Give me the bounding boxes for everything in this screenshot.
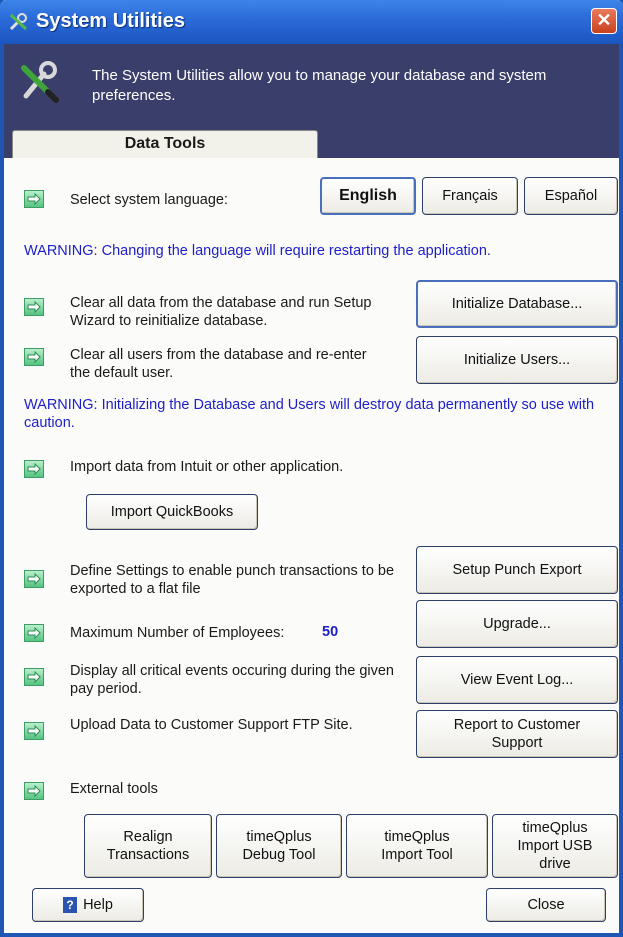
import-description: Import data from Intuit or other applica… bbox=[70, 459, 344, 475]
arrow-right-icon bbox=[24, 460, 44, 478]
english-button[interactable]: English bbox=[320, 177, 416, 215]
tools-icon bbox=[21, 61, 59, 103]
system-utilities-window: System Utilities ✕ The System Utilities … bbox=[0, 0, 623, 937]
arrow-right-icon bbox=[24, 782, 44, 800]
setup-punch-export-button[interactable]: Setup Punch Export bbox=[416, 546, 618, 594]
language-warning: WARNING: Changing the language will requ… bbox=[24, 243, 491, 259]
initialize-database-button[interactable]: Initialize Database... bbox=[416, 280, 618, 328]
upgrade-button[interactable]: Upgrade... bbox=[416, 600, 618, 648]
arrow-right-icon bbox=[24, 668, 44, 686]
arrow-right-icon bbox=[24, 348, 44, 366]
arrow-right-icon bbox=[24, 190, 44, 208]
arrow-right-icon bbox=[24, 624, 44, 642]
event-log-description: Display all critical events occuring dur… bbox=[70, 663, 394, 697]
initialize-users-button[interactable]: Initialize Users... bbox=[416, 336, 618, 384]
import-tool-button[interactable]: timeQplus Import Tool bbox=[346, 814, 488, 878]
initialize-database-description: Clear all data from the database and run… bbox=[70, 295, 372, 329]
help-label: Help bbox=[83, 897, 113, 913]
import-quickbooks-button[interactable]: Import QuickBooks bbox=[86, 494, 258, 530]
description-banner: The System Utilities allow you to manage… bbox=[4, 44, 619, 124]
max-employees-label: Maximum Number of Employees: bbox=[70, 625, 285, 641]
banner-description: The System Utilities allow you to manage… bbox=[92, 67, 547, 104]
arrow-right-icon bbox=[24, 570, 44, 588]
arrow-right-icon bbox=[24, 722, 44, 740]
tab-data-tools[interactable]: Data Tools bbox=[12, 130, 318, 158]
window-title: System Utilities bbox=[36, 10, 185, 32]
espanol-button[interactable]: Español bbox=[524, 177, 618, 215]
help-icon: ? bbox=[63, 897, 78, 913]
external-tools-label: External tools bbox=[70, 781, 158, 797]
title-bar[interactable]: System Utilities ✕ bbox=[0, 0, 623, 44]
debug-tool-button[interactable]: timeQplus Debug Tool bbox=[216, 814, 342, 878]
data-tools-panel: Select system language: English Français… bbox=[4, 158, 619, 933]
francais-button[interactable]: Français bbox=[422, 177, 518, 215]
arrow-right-icon bbox=[24, 298, 44, 316]
report-to-support-button[interactable]: Report to Customer Support bbox=[416, 710, 618, 758]
database-warning: WARNING: Initializing the Database and U… bbox=[24, 397, 595, 431]
close-icon[interactable]: ✕ bbox=[591, 8, 617, 34]
view-event-log-button[interactable]: View Event Log... bbox=[416, 656, 618, 704]
help-button[interactable]: ? Help bbox=[32, 888, 144, 922]
close-button[interactable]: Close bbox=[486, 888, 606, 922]
import-usb-drive-button[interactable]: timeQplus Import USB drive bbox=[492, 814, 618, 878]
language-label: Select system language: bbox=[70, 192, 228, 208]
tab-strip: Data Tools bbox=[4, 124, 619, 158]
punch-export-description: Define Settings to enable punch transact… bbox=[70, 563, 395, 597]
realign-transactions-button[interactable]: Realign Transactions bbox=[84, 814, 212, 878]
initialize-users-description: Clear all users from the database and re… bbox=[70, 347, 367, 381]
max-employees-value: 50 bbox=[322, 624, 339, 640]
tools-icon bbox=[9, 13, 28, 31]
support-description: Upload Data to Customer Support FTP Site… bbox=[70, 717, 353, 733]
